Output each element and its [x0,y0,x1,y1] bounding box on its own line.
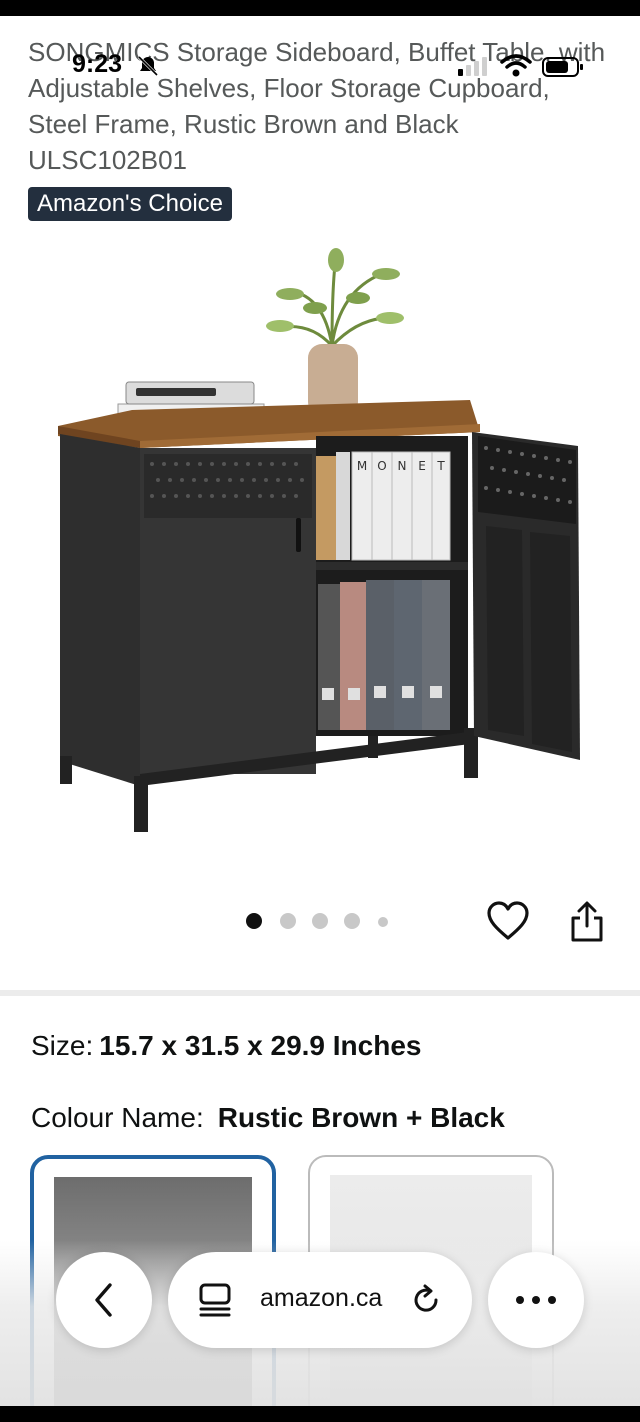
carousel-dot[interactable] [378,917,388,927]
share-icon[interactable] [568,900,606,944]
book-label: T [436,459,445,473]
size-row: Size: 15.7 x 31.5 x 29.9 Inches [31,1030,421,1062]
chevron-left-icon [95,1283,112,1317]
bottom-black-bar [0,1406,640,1422]
colour-row: Colour Name: Rustic Brown + Black [31,1102,505,1134]
colour-label: Colour Name: [31,1102,204,1133]
monet-books: M O N E T [351,451,451,561]
size-label: Size: [31,1030,94,1061]
cellular-signal-icon [458,57,487,76]
size-value: 15.7 x 31.5 x 29.9 Inches [99,1030,422,1061]
carousel-dot[interactable] [280,913,296,929]
carousel-dot[interactable] [344,913,360,929]
tabs-icon[interactable] [198,1282,232,1318]
book-label: N [398,459,407,473]
colour-value: Rustic Brown + Black [217,1102,505,1133]
top-black-bar [0,0,640,16]
carousel-dot[interactable] [312,913,328,929]
battery-icon [542,57,583,77]
wifi-icon [500,54,532,77]
more-icon [516,1296,556,1304]
section-divider [0,990,640,996]
book-label: O [377,459,386,473]
address-bar[interactable]: amazon.ca [168,1252,472,1348]
status-bar: 9:23 [0,48,640,84]
back-button[interactable] [56,1252,152,1348]
reload-icon[interactable] [408,1282,444,1318]
plant-decoration [266,248,404,348]
more-options-button[interactable] [488,1252,584,1348]
url-text[interactable]: amazon.ca [260,1284,382,1313]
bell-muted-icon [137,55,159,77]
book-label: M [357,459,367,473]
heart-icon[interactable] [486,900,530,942]
book-label: E [418,459,426,473]
product-image[interactable]: M O N E T [40,236,610,856]
status-time: 9:23 [72,50,123,78]
carousel-dot-active[interactable] [246,913,262,929]
amazons-choice-badge: Amazon's Choice [28,187,232,221]
